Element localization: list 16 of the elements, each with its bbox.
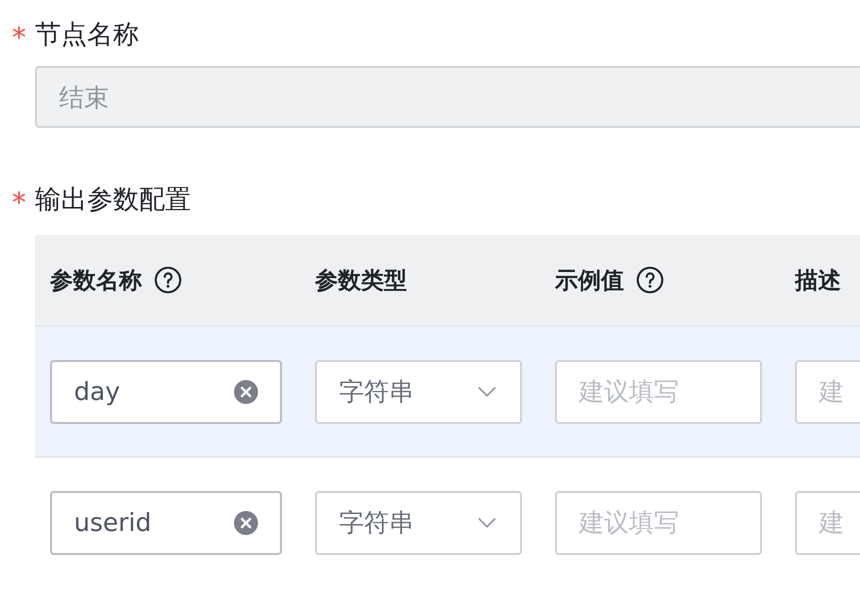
required-mark: *: [12, 185, 27, 217]
column-header: 参数类型: [315, 266, 407, 296]
help-icon[interactable]: [154, 266, 182, 294]
clear-icon[interactable]: [234, 510, 258, 534]
field-label: 节点名称: [35, 18, 139, 52]
column-header: 描述: [795, 266, 841, 296]
type-select[interactable]: 字符串: [315, 490, 522, 554]
type-select[interactable]: 字符串: [315, 360, 522, 424]
required-mark: *: [12, 20, 27, 52]
column-header: 示例值: [555, 266, 624, 296]
clear-icon[interactable]: [234, 380, 258, 404]
param-name-field[interactable]: userid: [50, 490, 282, 554]
help-icon[interactable]: [636, 266, 664, 294]
param-name-field[interactable]: day: [50, 360, 282, 424]
section-label: 输出参数配置: [35, 184, 191, 216]
column-header: 参数名称: [50, 266, 142, 296]
